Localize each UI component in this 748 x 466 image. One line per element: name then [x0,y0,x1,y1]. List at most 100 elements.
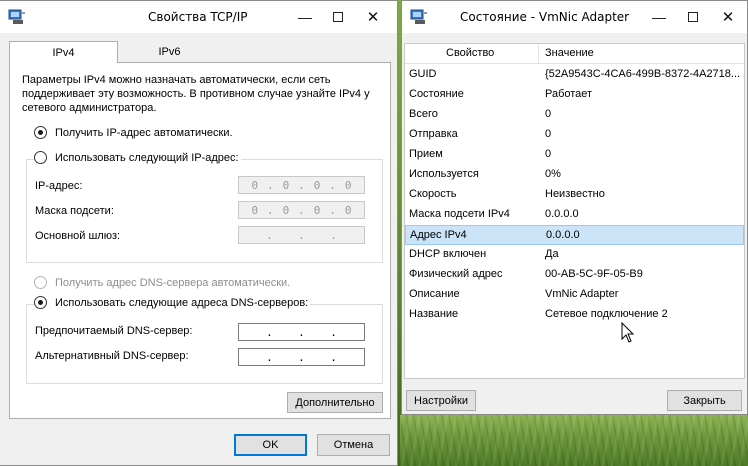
minimize-icon: — [298,9,312,25]
radio-ip-manual[interactable]: Использовать следующий IP-адрес: [34,151,241,164]
tab-ipv6[interactable]: IPv6 [118,41,221,63]
maximize-icon [333,12,343,22]
table-row[interactable]: Отправка 0 [405,125,744,145]
close-icon: ✕ [366,8,380,26]
cancel-button[interactable]: Отмена [317,434,390,456]
column-header-property[interactable]: Свойство [446,47,494,59]
tcpip-properties-window: Свойства TCP/IP — ✕ IPv4 IPv6 Параметры … [0,0,398,466]
settings-button[interactable]: Настройки [406,390,476,411]
minimize-button[interactable]: — [288,1,322,33]
mask-octet: 0 [251,203,259,217]
row-value: 00-AB-5C-9F-05-B9 [545,268,643,280]
radio-selected-icon [34,296,47,309]
table-row[interactable]: GUID {52A9543C-4CA6-499B-8372-4A2718... [405,65,744,85]
row-property: Адрес IPv4 [410,229,467,241]
radio-ip-auto[interactable]: Получить IP-адрес автоматически. [34,126,233,139]
ip-address-label: IP-адрес: [35,180,83,192]
row-value: 0 [545,148,552,160]
mask-octet: 0 [313,203,321,217]
adapter-status-window: Состояние - VmNic Adapter — ✕ Свойство З… [401,0,748,415]
network-adapter-icon [410,9,427,24]
row-value: VmNic Adapter [545,288,619,300]
row-property: Прием [409,148,443,160]
ip-octet: 0 [282,178,290,192]
table-row[interactable]: Физический адрес 00-AB-5C-9F-05-B9 [405,265,744,285]
row-property: Скорость [409,188,457,200]
radio-dns-manual[interactable]: Использовать следующие адреса DNS-сервер… [34,296,311,309]
table-row[interactable]: Адрес IPv4 0.0.0.0 [405,225,744,245]
window-title: Свойства TCP/IP [148,10,248,24]
subnet-mask-input[interactable]: 0. 0. 0. 0 [238,201,365,219]
row-property: DHCP включен [409,248,487,260]
row-value: 0% [545,168,561,180]
table-header: Свойство Значение [405,44,744,64]
dns-settings-group [26,304,383,384]
minimize-button[interactable]: — [642,1,676,33]
mouse-pointer-icon [621,322,635,343]
table-row[interactable]: DHCP включен Да [405,245,744,265]
radio-ip-auto-label: Получить IP-адрес автоматически. [55,126,233,139]
table-row[interactable]: Состояние Работает [405,85,744,105]
row-value: Сетевое подключение 2 [545,308,668,320]
radio-dns-auto[interactable]: Получить адрес DNS-сервера автоматически… [34,276,290,289]
subnet-mask-label: Маска подсети: [35,205,114,217]
radio-ip-manual-label: Использовать следующий IP-адрес: [55,151,239,164]
close-button[interactable]: ✕ [711,1,745,33]
row-value: {52A9543C-4CA6-499B-8372-4A2718... [545,68,741,80]
gateway-label: Основной шлюз: [35,230,121,242]
table-row[interactable]: Всего 0 [405,105,744,125]
radio-unselected-icon [34,151,47,164]
table-row[interactable]: Прием 0 [405,145,744,165]
close-dialog-button[interactable]: Закрыть [667,390,742,411]
mask-octet: 0 [282,203,290,217]
ip-octet: 0 [344,178,352,192]
table-row[interactable]: Скорость Неизвестно [405,185,744,205]
titlebar[interactable]: Состояние - VmNic Adapter — ✕ [402,1,747,33]
table-row[interactable]: Название Сетевое подключение 2 [405,305,744,325]
titlebar[interactable]: Свойства TCP/IP — ✕ [0,1,397,33]
column-header-value[interactable]: Значение [545,47,594,59]
window-title: Состояние - VmNic Adapter [460,10,630,24]
row-value: Да [545,248,559,260]
status-table[interactable]: Свойство Значение GUID {52A9543C-4CA6-499… [404,43,745,379]
row-property: Маска подсети IPv4 [409,208,510,220]
maximize-button[interactable] [321,1,355,33]
row-value: 0.0.0.0 [545,208,579,220]
row-property: Отправка [409,128,458,140]
maximize-icon [688,12,698,22]
ip-octet: 0 [251,178,259,192]
mask-octet: 0 [344,203,352,217]
table-row[interactable]: Маска подсети IPv4 0.0.0.0 [405,205,744,225]
minimize-icon: — [652,9,666,25]
row-value: Работает [545,88,593,100]
radio-selected-icon [34,126,47,139]
ipv4-tab-panel: Параметры IPv4 можно назначать автоматич… [9,62,391,419]
close-button[interactable]: ✕ [356,1,390,33]
maximize-button[interactable] [676,1,710,33]
radio-disabled-icon [34,276,47,289]
table-row[interactable]: Используется 0% [405,165,744,185]
row-property: Используется [409,168,479,180]
preferred-dns-input[interactable]: . . . [238,323,365,341]
row-value: Неизвестно [545,188,605,200]
column-divider[interactable] [538,44,539,64]
row-value: 0.0.0.0 [546,229,580,241]
row-property: Физический адрес [409,268,503,280]
row-property: Всего [409,108,438,120]
close-icon: ✕ [721,8,735,26]
ip-octet: 0 [313,178,321,192]
alternate-dns-input[interactable]: . . . [238,348,365,366]
preferred-dns-label: Предпочитаемый DNS-сервер: [35,325,193,337]
row-value: 0 [545,128,552,140]
advanced-button[interactable]: Дополнительно [287,392,383,413]
table-row[interactable]: Описание VmNic Adapter [405,285,744,305]
row-property: Название [409,308,459,320]
ok-button[interactable]: OK [234,434,307,456]
ip-address-input[interactable]: 0. 0. 0. 0 [238,176,365,194]
row-property: Состояние [409,88,464,100]
gateway-input[interactable]: . . . [238,226,365,244]
radio-dns-auto-label: Получить адрес DNS-сервера автоматически… [55,276,291,289]
tab-ipv4[interactable]: IPv4 [9,41,118,63]
row-property: GUID [409,68,437,80]
radio-dns-manual-label: Использовать следующие адреса DNS-сервер… [55,296,309,309]
